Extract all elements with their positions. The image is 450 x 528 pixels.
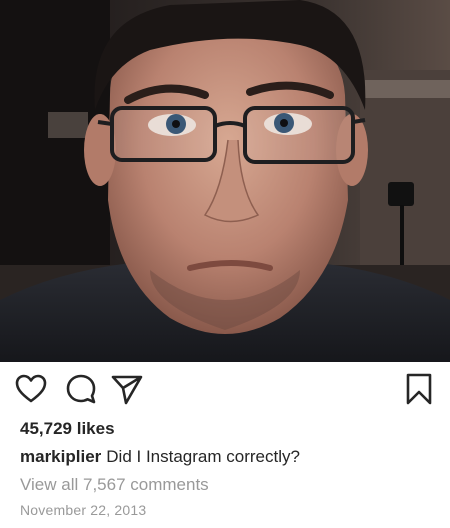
post-date: November 22, 2013	[20, 502, 147, 518]
view-all-comments-link[interactable]: View all 7,567 comments	[20, 475, 209, 495]
caption-username[interactable]: markiplier	[20, 447, 101, 466]
caption-text: Did I Instagram correctly?	[106, 447, 300, 466]
heart-outline-icon[interactable]	[14, 372, 48, 406]
selfie-image	[0, 0, 450, 362]
instagram-post: 45,729 likes markiplier Did I Instagram c…	[0, 0, 450, 528]
likes-count[interactable]: 45,729 likes	[20, 419, 115, 439]
paper-plane-icon[interactable]	[110, 372, 144, 406]
speech-bubble-icon[interactable]	[64, 372, 98, 406]
bookmark-outline-icon[interactable]	[402, 372, 436, 406]
post-caption: markiplier Did I Instagram correctly?	[20, 447, 300, 467]
action-bar	[0, 372, 450, 408]
post-photo[interactable]	[0, 0, 450, 362]
